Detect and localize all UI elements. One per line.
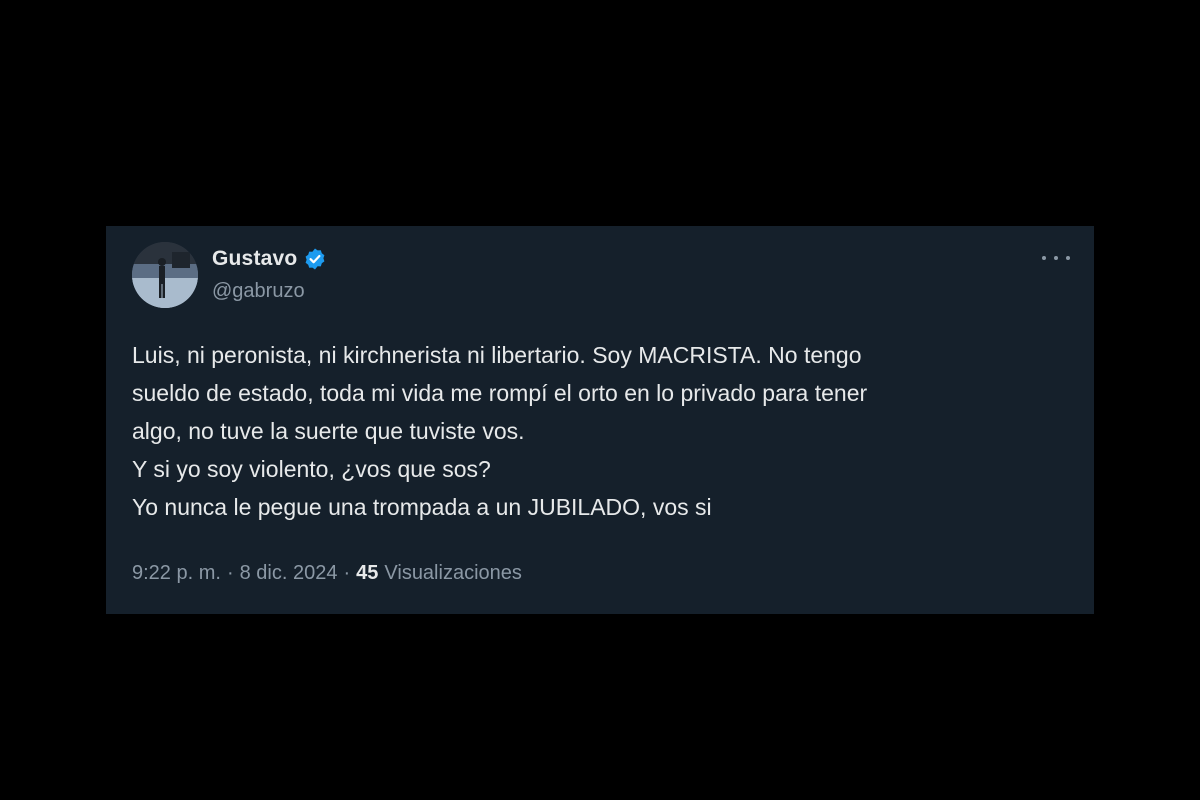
meta-separator: · [343, 562, 351, 584]
page: Gustavo @gabruzo Luis, ni peronista, ni … [0, 0, 1200, 800]
views-count[interactable]: 45 [356, 562, 378, 585]
more-options-icon[interactable] [1042, 248, 1070, 268]
tweet-text-line: Yo nunca le pegue una trompada a un JUBI… [132, 494, 712, 520]
tweet-date[interactable]: 8 dic. 2024 [240, 562, 338, 585]
avatar-image [132, 242, 198, 308]
tweet-meta: 9:22 p. m. · 8 dic. 2024 · 45 Visualizac… [132, 562, 522, 585]
display-name[interactable]: Gustavo [212, 247, 297, 271]
views-label[interactable]: Visualizaciones [384, 562, 522, 585]
avatar[interactable] [132, 242, 198, 308]
tweet-time[interactable]: 9:22 p. m. [132, 562, 221, 585]
tweet-header: Gustavo @gabruzo [212, 246, 327, 303]
meta-separator: · [226, 562, 234, 584]
user-handle[interactable]: @gabruzo [212, 280, 327, 303]
tweet-text-line: Luis, ni peronista, ni kirchnerista ni l… [132, 342, 862, 368]
tweet-text: Luis, ni peronista, ni kirchnerista ni l… [132, 336, 1072, 526]
name-row: Gustavo [212, 246, 327, 272]
tweet-text-line: Y si yo soy violento, ¿vos que sos? [132, 456, 491, 482]
tweet-text-line: algo, no tuve la suerte que tuviste vos. [132, 418, 525, 444]
tweet-card[interactable]: Gustavo @gabruzo Luis, ni peronista, ni … [106, 226, 1094, 614]
verified-badge-icon [306, 248, 325, 270]
tweet-text-line: sueldo de estado, toda mi vida me rompí … [132, 380, 868, 406]
